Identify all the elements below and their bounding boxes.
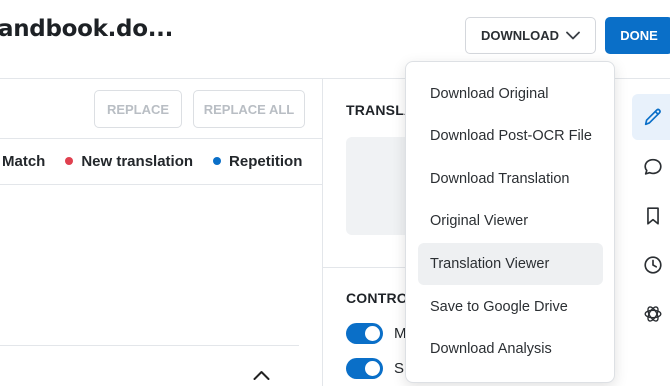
menu-item-original-viewer[interactable]: Original Viewer [418, 200, 603, 242]
replace-button[interactable]: REPLACE [94, 90, 182, 128]
ai-assistant-button[interactable] [632, 291, 670, 337]
history-button[interactable] [632, 242, 670, 288]
menu-item-download-post-ocr[interactable]: Download Post-OCR File [418, 115, 603, 157]
legend-match-label: Match [2, 152, 46, 170]
repetition-dot-icon [213, 157, 222, 165]
divider [0, 184, 322, 185]
menu-item-download-translation[interactable]: Download Translation [418, 158, 603, 200]
comments-button[interactable] [632, 144, 670, 190]
bookmarks-button[interactable] [632, 193, 670, 239]
done-button[interactable]: DONE [605, 17, 670, 54]
history-icon [644, 256, 662, 274]
segment-legend: Match New translation Repetition [2, 151, 302, 171]
comment-icon [644, 158, 662, 175]
pencil-icon [644, 108, 661, 126]
panel-divider [322, 79, 323, 386]
menu-item-save-google-drive[interactable]: Save to Google Drive [418, 286, 603, 328]
chevron-up-icon[interactable] [253, 370, 270, 381]
control-toggle-2[interactable] [346, 358, 383, 379]
divider [0, 138, 322, 139]
divider [323, 267, 415, 268]
control-toggle-label-2: S [394, 360, 405, 377]
legend-new-translation-label: New translation [81, 152, 194, 170]
menu-item-download-original[interactable]: Download Original [418, 73, 603, 115]
download-dropdown-menu: Download Original Download Post-OCR File… [405, 61, 615, 383]
new-translation-dot-icon [65, 157, 74, 165]
control-toggle-1[interactable] [346, 323, 383, 344]
document-title: andbook.do... [0, 16, 174, 42]
legend-repetition-label: Repetition [229, 152, 303, 170]
menu-item-download-analysis[interactable]: Download Analysis [418, 328, 603, 370]
replace-all-button[interactable]: REPLACE ALL [193, 90, 305, 128]
divider [0, 345, 299, 346]
menu-item-translation-viewer[interactable]: Translation Viewer [418, 243, 603, 285]
controls-section-title: CONTRO [346, 290, 408, 306]
bookmark-icon [647, 207, 659, 225]
edit-tool-button[interactable] [632, 94, 670, 140]
download-button-label: DOWNLOAD [481, 28, 559, 43]
download-button[interactable]: DOWNLOAD [465, 17, 596, 54]
openai-icon [644, 306, 662, 322]
chevron-down-icon [566, 31, 580, 40]
right-sidebar [632, 79, 670, 386]
